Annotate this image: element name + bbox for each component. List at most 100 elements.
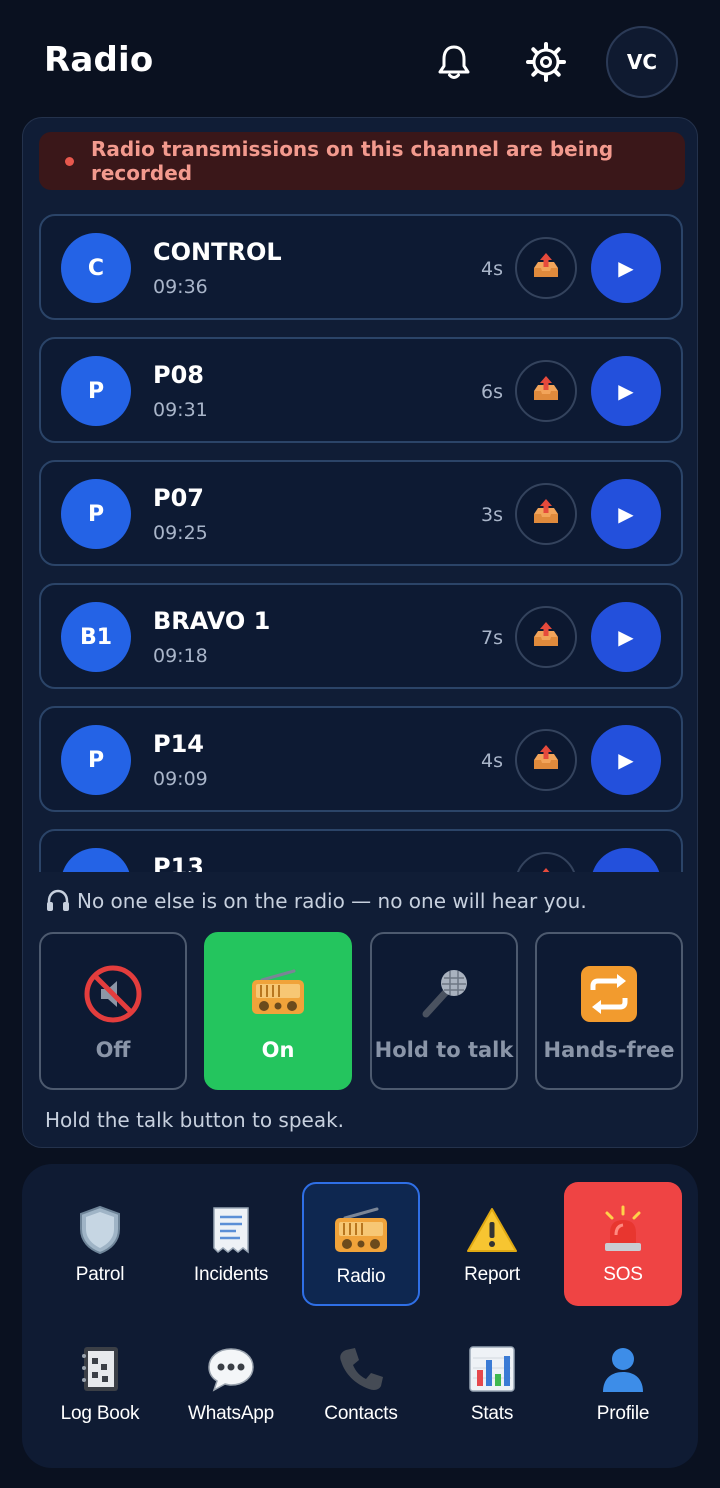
play-button[interactable]: ▶ xyxy=(591,479,661,549)
siren-icon xyxy=(598,1202,648,1258)
radio-icon xyxy=(331,1204,391,1260)
radio-icon xyxy=(248,964,308,1024)
caller-avatar: B1 xyxy=(61,602,131,672)
upload-tray-icon xyxy=(530,742,562,778)
settings-gear-icon[interactable] xyxy=(524,40,568,84)
nav-item-incidents[interactable]: Incidents xyxy=(172,1182,290,1306)
play-icon: ▶ xyxy=(618,256,634,280)
caller-name: BRAVO 1 xyxy=(153,607,271,635)
transmission-duration: 4s xyxy=(481,750,503,772)
play-button[interactable]: ▶ xyxy=(591,233,661,303)
play-icon: ▶ xyxy=(618,502,634,526)
mode-button-hold-to-talk[interactable]: Hold to talk xyxy=(370,932,518,1090)
transmission-duration: 6s xyxy=(481,381,503,403)
caller-avatar: P xyxy=(61,356,131,426)
nav-item-sos[interactable]: SOS xyxy=(564,1182,682,1306)
play-button[interactable]: ▶ xyxy=(591,602,661,672)
phone-icon xyxy=(336,1341,386,1397)
nav-label: Report xyxy=(464,1264,520,1285)
transmission-time: 09:31 xyxy=(153,399,208,421)
play-button[interactable]: ▶ xyxy=(591,725,661,795)
nav-label: Stats xyxy=(470,1403,514,1424)
user-avatar-button[interactable]: VC xyxy=(606,26,678,98)
warning-icon xyxy=(466,1202,518,1258)
transmission-list[interactable]: C CONTROL 09:36 4s ▶ P P08 09:31 6s ▶ P P07 09:25 3s ▶… xyxy=(23,214,697,872)
upload-tray-icon xyxy=(530,496,562,532)
nav-label: Log Book xyxy=(60,1403,140,1424)
transmission-time: 09:18 xyxy=(153,645,208,667)
repeat-icon xyxy=(579,964,639,1024)
upload-button[interactable] xyxy=(515,360,577,422)
nav-item-whatsapp[interactable]: WhatsApp xyxy=(172,1321,290,1445)
transmission-item[interactable]: P P14 09:09 4s ▶ xyxy=(39,706,683,812)
upload-button[interactable] xyxy=(515,483,577,545)
receipt-icon xyxy=(208,1202,254,1258)
nav-item-profile[interactable]: Profile xyxy=(564,1321,682,1445)
mode-button-hands-free[interactable]: Hands-free xyxy=(535,932,683,1090)
transmission-duration: 7s xyxy=(481,627,503,649)
nav-label: WhatsApp xyxy=(187,1403,275,1424)
mode-label: Off xyxy=(95,1038,131,1062)
nav-label: Patrol xyxy=(75,1264,125,1285)
bottom-navigation: Patrol Incidents Radio Report SOS Log Book Wha… xyxy=(22,1164,698,1468)
caller-name: P07 xyxy=(153,484,204,512)
upload-button[interactable] xyxy=(515,852,577,872)
play-icon: ▶ xyxy=(618,625,634,649)
transmission-time: 09:25 xyxy=(153,522,208,544)
mode-button-on[interactable]: On xyxy=(204,932,352,1090)
play-icon: ▶ xyxy=(618,379,634,403)
shield-icon xyxy=(76,1202,124,1258)
bell-icon[interactable] xyxy=(432,40,476,84)
nav-label: Profile xyxy=(596,1403,650,1424)
nav-item-stats[interactable]: Stats xyxy=(433,1321,551,1445)
caller-avatar: P xyxy=(61,479,131,549)
nav-label: Radio xyxy=(336,1266,386,1287)
muted-speaker-icon xyxy=(83,964,143,1024)
nav-item-report[interactable]: Report xyxy=(433,1182,551,1306)
mode-label: On xyxy=(261,1038,295,1062)
nav-item-patrol[interactable]: Patrol xyxy=(41,1182,159,1306)
app-header: Radio VC xyxy=(0,0,720,118)
nav-label: Contacts xyxy=(324,1403,398,1424)
recording-notice-banner: Radio transmissions on this channel are … xyxy=(39,132,685,190)
transmission-item[interactable]: P P13 ▶ xyxy=(39,829,683,872)
bar-chart-icon xyxy=(467,1341,517,1397)
transmission-duration: 3s xyxy=(481,504,503,526)
play-icon: ▶ xyxy=(618,748,634,772)
mode-button-off[interactable]: Off xyxy=(39,932,187,1090)
radio-presence-notice: No one else is on the radio — no one wil… xyxy=(45,888,587,914)
upload-tray-icon xyxy=(530,373,562,409)
transmission-item[interactable]: P P07 09:25 3s ▶ xyxy=(39,460,683,566)
headphones-icon xyxy=(45,888,71,914)
caller-name: P13 xyxy=(153,853,204,872)
transmission-time: 09:36 xyxy=(153,276,208,298)
transmission-item[interactable]: C CONTROL 09:36 4s ▶ xyxy=(39,214,683,320)
radio-presence-text: No one else is on the radio — no one wil… xyxy=(77,889,587,913)
mode-label: Hold to talk xyxy=(374,1038,514,1062)
upload-tray-icon xyxy=(530,865,562,872)
upload-tray-icon xyxy=(530,619,562,655)
caller-name: CONTROL xyxy=(153,238,282,266)
upload-tray-icon xyxy=(530,250,562,286)
speech-bubble-icon xyxy=(206,1341,256,1397)
page-title: Radio xyxy=(44,40,154,80)
play-button[interactable]: ▶ xyxy=(591,848,661,872)
recording-dot-icon xyxy=(65,156,74,166)
upload-button[interactable] xyxy=(515,606,577,668)
upload-button[interactable] xyxy=(515,237,577,299)
transmission-item[interactable]: P P08 09:31 6s ▶ xyxy=(39,337,683,443)
caller-avatar: C xyxy=(61,233,131,303)
transmission-item[interactable]: B1 BRAVO 1 09:18 7s ▶ xyxy=(39,583,683,689)
play-icon: ▶ xyxy=(618,871,633,872)
nav-item-log-book[interactable]: Log Book xyxy=(41,1321,159,1445)
mode-label: Hands-free xyxy=(543,1038,675,1062)
recording-notice-text: Radio transmissions on this channel are … xyxy=(91,137,614,185)
upload-button[interactable] xyxy=(515,729,577,791)
play-button[interactable]: ▶ xyxy=(591,356,661,426)
transmission-duration: 4s xyxy=(481,258,503,280)
caller-name: P14 xyxy=(153,730,204,758)
nav-item-contacts[interactable]: Contacts xyxy=(302,1321,420,1445)
nav-item-radio[interactable]: Radio xyxy=(302,1182,420,1306)
notebook-icon xyxy=(78,1341,122,1397)
talk-hint: Hold the talk button to speak. xyxy=(45,1108,345,1132)
